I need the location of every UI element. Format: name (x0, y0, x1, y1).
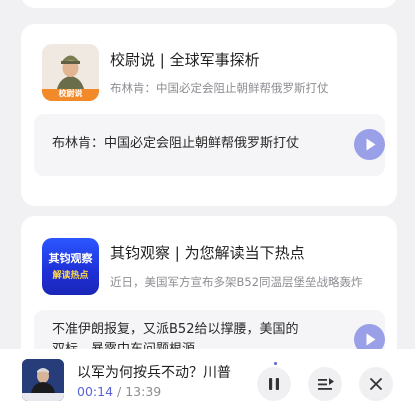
podcast-card-1[interactable]: 校尉说 校尉说 | 全球军事探析 布林肯：中国必定会阻止朝鲜帮俄罗斯打仗 布林肯… (21, 24, 397, 206)
pause-icon (269, 378, 279, 390)
player-current-time: 00:14 (77, 384, 114, 399)
play-icon (366, 138, 376, 151)
podcast-cover-label-2a: 其钧观察 (48, 252, 93, 265)
podcast-cover-label-1: 校尉说 (58, 89, 83, 98)
podcast-subtitle-1: 布林肯：中国必定会阻止朝鲜帮俄罗斯打仗 (110, 81, 329, 95)
play-button-1[interactable] (354, 129, 385, 160)
player-time: 00:14 / 13:39 (77, 384, 161, 399)
podcast-cover-2[interactable]: 其钧观察 解读热点 (42, 238, 99, 295)
playlist-button[interactable] (308, 367, 342, 401)
episode-snippet-1[interactable]: 布林肯：中国必定会阻止朝鲜帮俄罗斯打仗 (34, 114, 385, 176)
episode-snippet-line-1: 不准伊朗报复，又派B52给以撑腰，美国的 (52, 322, 299, 337)
progress-indicator-dot (274, 362, 277, 365)
podcast-subtitle-2: 近日，美国军方宣布多架B52同温层堡垒战略轰炸 (110, 275, 363, 289)
playlist-icon (318, 378, 334, 390)
podcast-card-2[interactable]: 其钧观察 解读热点 其钧观察 | 为您解读当下热点 近日，美国军方宣布多架B52… (21, 216, 397, 366)
podcast-title-1[interactable]: 校尉说 | 全球军事探析 (110, 49, 260, 70)
podcast-title-2[interactable]: 其钧观察 | 为您解读当下热点 (110, 242, 305, 263)
player-episode-title[interactable]: 以军为何按兵不动？川普 (77, 362, 235, 382)
episode-snippet-text-1: 布林肯：中国必定会阻止朝鲜帮俄罗斯打仗 (52, 136, 300, 151)
mini-player[interactable]: 以军为何按兵不动？川普 00:14 / 13:39 (0, 349, 415, 413)
news-anchor-cover-icon (22, 359, 64, 401)
pause-button[interactable] (257, 367, 291, 401)
player-cover[interactable] (22, 359, 64, 401)
player-duration: 13:39 (125, 384, 162, 399)
close-icon (370, 378, 382, 390)
podcast-cover-label-2b: 解读热点 (52, 271, 89, 281)
close-player-button[interactable] (359, 367, 393, 401)
podcast-cover-1[interactable]: 校尉说 (42, 44, 99, 101)
previous-card (21, 0, 397, 8)
player-time-separator: / (113, 384, 126, 399)
